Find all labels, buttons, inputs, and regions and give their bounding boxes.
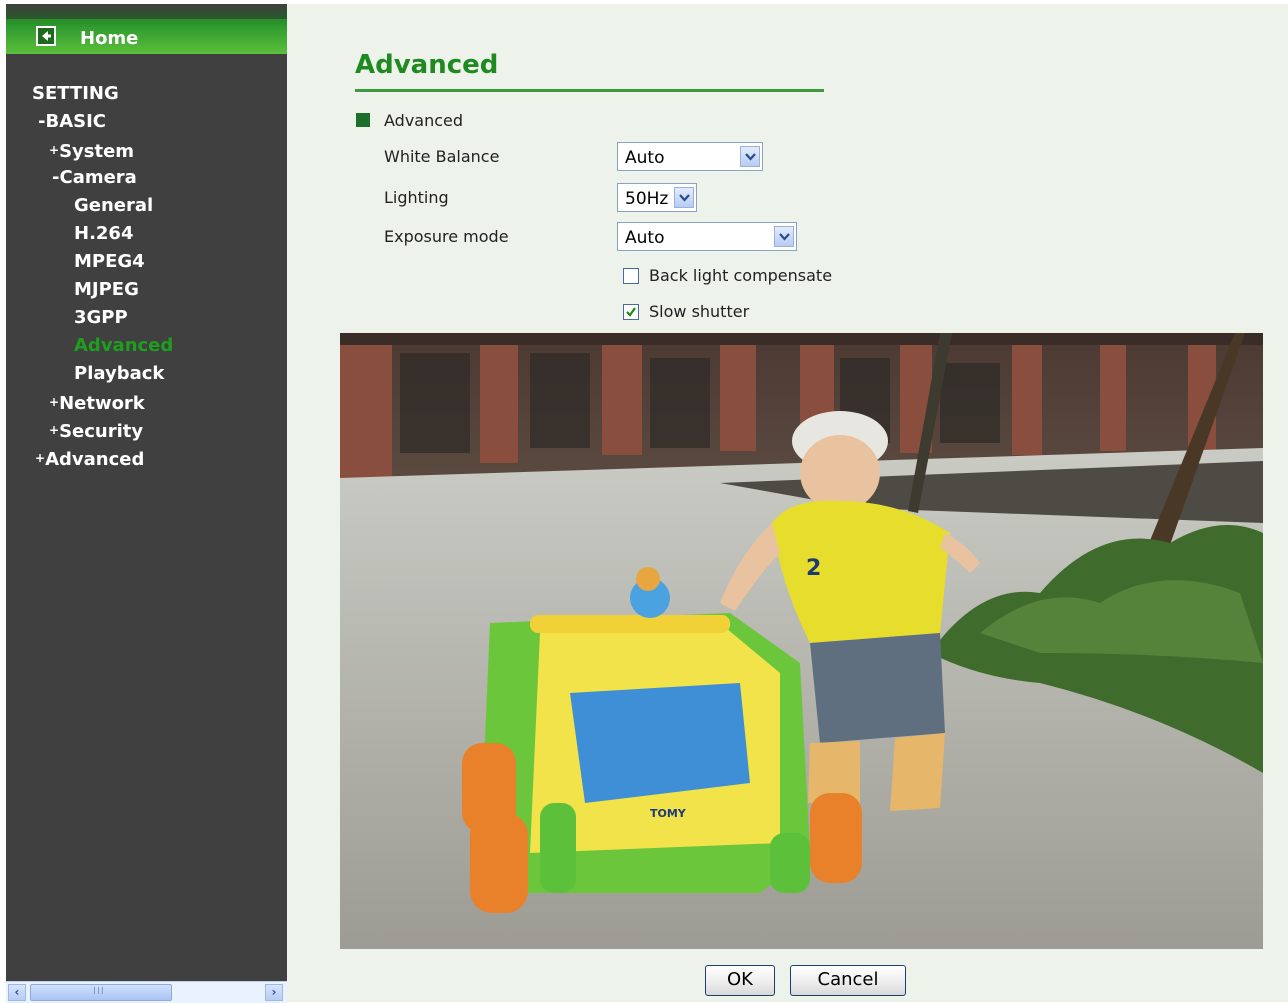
cancel-button[interactable]: Cancel — [790, 965, 906, 996]
exposure-mode-label: Exposure mode — [384, 227, 509, 246]
nav-setting[interactable]: SETTING — [32, 83, 119, 105]
back-light-label: Back light compensate — [649, 266, 833, 285]
nav-mpeg4[interactable]: MPEG4 — [74, 251, 145, 273]
shirt-number: 2 — [806, 556, 821, 581]
back-arrow-icon — [36, 26, 56, 46]
nav-general[interactable]: General — [74, 195, 153, 217]
nav-mjpeg[interactable]: MJPEG — [74, 279, 139, 301]
nav-advanced[interactable]: +Advanced — [35, 447, 144, 471]
chevron-down-icon[interactable] — [674, 187, 694, 208]
exposure-mode-select[interactable]: Auto — [617, 222, 797, 251]
nav-3gpp[interactable]: 3GPP — [74, 307, 128, 329]
back-light-checkbox[interactable] — [623, 268, 639, 284]
camera-preview: 2 TOMY — [340, 333, 1263, 949]
checkmark-icon — [626, 307, 636, 317]
sidebar-horizontal-scrollbar[interactable]: ‹ III › — [6, 981, 287, 1003]
title-divider — [355, 89, 824, 92]
white-balance-select[interactable]: Auto — [617, 142, 763, 171]
lighting-select[interactable]: 50Hz — [617, 183, 697, 212]
nav-basic[interactable]: -BASIC — [38, 111, 106, 133]
chevron-down-icon[interactable] — [774, 226, 794, 247]
ok-button[interactable]: OK — [705, 965, 775, 996]
nav-security[interactable]: +Security — [49, 419, 143, 443]
white-balance-label: White Balance — [384, 147, 500, 166]
lighting-label: Lighting — [384, 188, 449, 207]
scroll-right-icon[interactable]: › — [265, 984, 283, 1001]
page-title: Advanced — [355, 50, 499, 80]
nav-network[interactable]: +Network — [49, 391, 145, 415]
nav-camera[interactable]: -Camera — [52, 167, 137, 189]
nav-h264[interactable]: H.264 — [74, 223, 133, 245]
slow-shutter-checkbox[interactable] — [623, 304, 639, 320]
nav-advanced-camera[interactable]: Advanced — [74, 335, 173, 357]
slow-shutter-label: Slow shutter — [649, 302, 750, 321]
nav-playback[interactable]: Playback — [74, 363, 164, 385]
chevron-down-icon[interactable] — [740, 146, 760, 167]
section-bullet-icon — [356, 113, 370, 127]
main-panel: Advanced Advanced White Balance Auto Lig… — [287, 4, 1288, 1002]
scrollbar-thumb[interactable]: III — [30, 984, 172, 1001]
section-label: Advanced — [384, 111, 464, 130]
home-button[interactable]: Home — [6, 4, 287, 54]
sidebar: Home SETTING -BASIC +System -Camera Gene… — [6, 4, 287, 1002]
home-label: Home — [80, 28, 139, 49]
nav-system[interactable]: +System — [49, 139, 134, 163]
toy-brand: TOMY — [650, 807, 687, 820]
scroll-left-icon[interactable]: ‹ — [8, 984, 26, 1001]
